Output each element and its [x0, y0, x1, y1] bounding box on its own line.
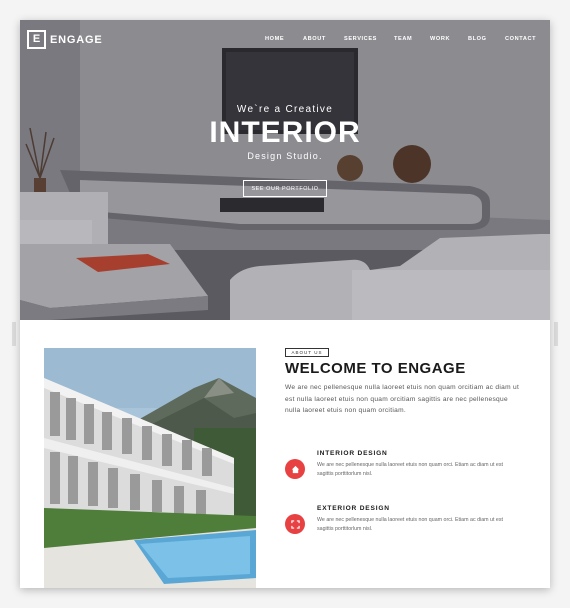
nav-work[interactable]: WORK	[430, 36, 450, 42]
hero-title: INTERIOR	[209, 116, 361, 149]
home-icon	[285, 459, 305, 479]
nav-home[interactable]: HOME	[265, 36, 284, 42]
nav-services[interactable]: SERVICES	[344, 36, 377, 42]
about-body: We are nec pellenesque nulla laoreet etu…	[285, 384, 520, 414]
page-frame: E ENGAGE HOME ABOUT SERVICES TEAM WORK B…	[20, 20, 550, 588]
nav-team[interactable]: TEAM	[394, 36, 412, 42]
navbar: E ENGAGE HOME ABOUT SERVICES TEAM WORK B…	[20, 20, 550, 60]
nav-blog[interactable]: BLOG	[468, 36, 487, 42]
service-title: INTERIOR DESIGN	[317, 450, 388, 457]
portfolio-button[interactable]: SEE OUR PORTFOLIO	[243, 180, 327, 197]
service-title: EXTERIOR DESIGN	[317, 505, 390, 512]
service-text: We are nec pellenesque nulla laoreet etu…	[317, 462, 503, 477]
hero-subtitle-top: We`re a Creative	[236, 104, 334, 115]
left-side-tab	[12, 322, 16, 346]
hero-section: E ENGAGE HOME ABOUT SERVICES TEAM WORK B…	[20, 20, 550, 320]
right-side-tab	[554, 322, 558, 346]
service-text: We are nec pellenesque nulla laoreet etu…	[317, 517, 503, 532]
nav-about[interactable]: ABOUT	[303, 36, 326, 42]
about-title: WELCOME TO ENGAGE	[285, 360, 466, 377]
main-nav: HOME ABOUT SERVICES TEAM WORK BLOG CONTA…	[20, 36, 550, 46]
nav-contact[interactable]: CONTACT	[505, 36, 536, 42]
service-interior: INTERIOR DESIGN We are nec pellenesque n…	[285, 450, 525, 490]
expand-icon	[285, 514, 305, 534]
hero-subtitle-bottom: Design Studio.	[247, 151, 323, 161]
about-tag: ABOUT US	[285, 348, 329, 357]
about-building-photo	[44, 348, 256, 588]
service-exterior: EXTERIOR DESIGN We are nec pellenesque n…	[285, 505, 525, 545]
hero-overlay	[20, 20, 550, 320]
